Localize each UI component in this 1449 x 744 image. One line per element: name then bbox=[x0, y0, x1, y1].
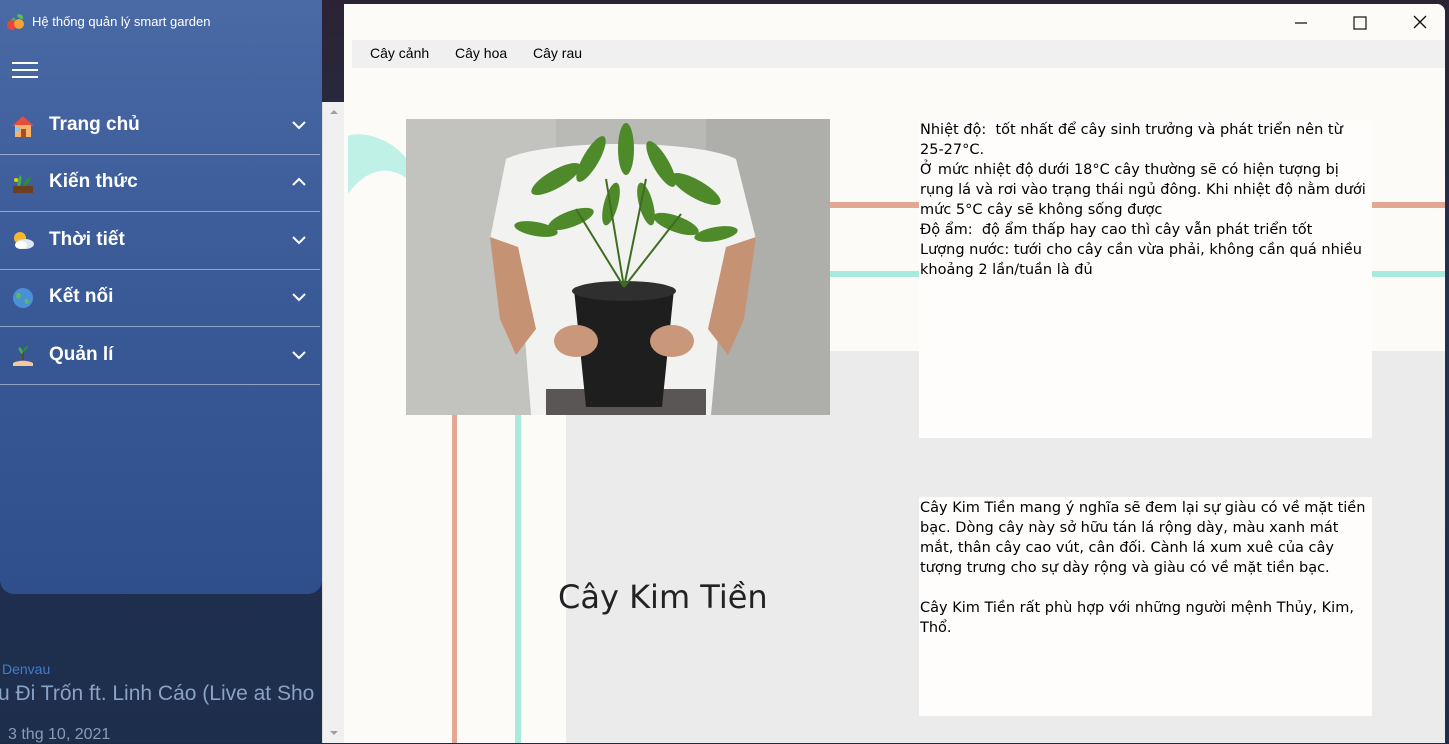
chevron-down-icon bbox=[292, 351, 306, 360]
sidebar-item-label: Thời tiết bbox=[49, 229, 125, 250]
plant-description: Cây Kim Tiền mang ý nghĩa sẽ đem lại sự … bbox=[919, 497, 1372, 716]
house-icon bbox=[12, 116, 34, 137]
menu-item-cay-hoa[interactable]: Cây hoa bbox=[455, 45, 507, 61]
vertical-scrollbar[interactable] bbox=[322, 102, 345, 743]
sidebar-item-thoi-tiet[interactable]: Thời tiết bbox=[0, 213, 320, 270]
media-date: 3 thg 10, 2021 bbox=[8, 726, 111, 743]
menu-item-cay-canh[interactable]: Cây cảnh bbox=[370, 45, 429, 61]
chevron-down-icon bbox=[292, 236, 306, 245]
media-song-title: u Đi Trốn ft. Linh Cáo (Live at Sho bbox=[0, 682, 315, 705]
minimize-icon[interactable] bbox=[1278, 4, 1324, 40]
sidebar-item-quan-li[interactable]: Quản lí bbox=[0, 328, 320, 385]
sidebar-item-trang-chu[interactable]: Trang chủ bbox=[0, 98, 320, 155]
chevron-up-icon bbox=[292, 177, 306, 186]
sidebar-item-label: Kiến thức bbox=[49, 171, 138, 192]
weather-icon bbox=[14, 232, 34, 249]
menu-bar: Cây cảnh Cây hoa Cây rau bbox=[352, 40, 1445, 68]
menu-item-cay-rau[interactable]: Cây rau bbox=[533, 45, 582, 61]
close-icon[interactable] bbox=[1397, 4, 1443, 40]
sidebar-item-label: Quản lí bbox=[49, 344, 114, 365]
content-area: Nhiệt độ: tốt nhất để cây sinh trưởng và… bbox=[344, 68, 1445, 743]
chevron-down-icon bbox=[292, 293, 306, 302]
scroll-up-arrow-icon[interactable] bbox=[326, 104, 342, 120]
plant-name-label: Cây Kim Tiền bbox=[558, 578, 768, 616]
hamburger-menu-icon[interactable] bbox=[12, 62, 38, 80]
scroll-down-arrow-icon[interactable] bbox=[326, 725, 342, 741]
sidebar-item-ket-noi[interactable]: Kết nối bbox=[0, 270, 320, 327]
plant-photo bbox=[406, 119, 830, 415]
media-artist: Denvau bbox=[2, 661, 51, 677]
globe-icon bbox=[13, 288, 33, 308]
app-title: Hệ thống quản lý smart garden bbox=[32, 14, 211, 29]
sidebar-item-label: Trang chủ bbox=[49, 114, 140, 135]
manage-plant-icon bbox=[13, 346, 33, 366]
chevron-down-icon bbox=[292, 121, 306, 130]
title-bar bbox=[344, 4, 1445, 40]
plant-knowledge-icon bbox=[13, 175, 33, 193]
app-logo-icon bbox=[7, 14, 24, 30]
maximize-icon[interactable] bbox=[1337, 4, 1383, 40]
sidebar-item-label: Kết nối bbox=[49, 286, 114, 307]
main-window: Cây cảnh Cây hoa Cây rau Nhiệt độ: tốt n… bbox=[344, 4, 1445, 743]
plant-care-info: Nhiệt độ: tốt nhất để cây sinh trưởng và… bbox=[919, 119, 1372, 438]
sidebar-item-kien-thuc[interactable]: Kiến thức bbox=[0, 155, 320, 212]
sidebar: Hệ thống quản lý smart garden Trang chủ … bbox=[0, 0, 322, 594]
